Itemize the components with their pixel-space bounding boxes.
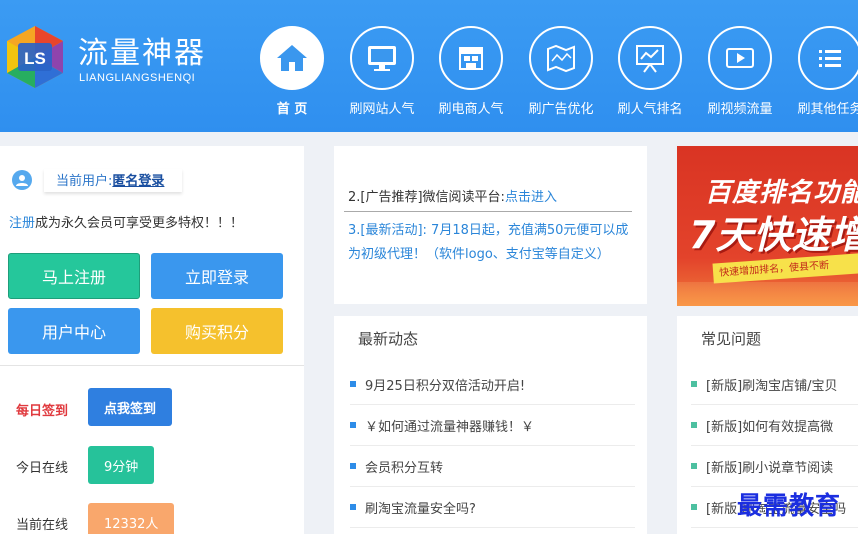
nav-label: 刷人气排名 [617,102,683,117]
faq-item-text: [新版]刷小说章节阅读 [706,460,834,476]
notice-ad-line: 2.[广告推荐]微信阅读平台:点击进入 [348,186,557,205]
register-note: 注册成为永久会员可享受更多特权！！！ [9,212,243,231]
home-icon [260,26,324,90]
nav-ad-optimization[interactable]: 刷广告优化 [521,26,601,117]
logo-subtitle: LIANGLIANGSHENQI [79,72,196,84]
register-note-text: 成为永久会员可享受更多特权！！！ [35,216,244,231]
list-item[interactable]: 9月25日积分双倍活动开启! [350,364,635,405]
map-icon [529,26,593,90]
divider [0,365,304,366]
notice-ad-link[interactable]: 点击进入 [505,190,557,205]
notice-activity-line[interactable]: 3.[最新活动]: 7月18日起，充值满50元便可以成为初级代理！（软件logo… [348,219,640,267]
nav-label: 刷广告优化 [528,102,594,117]
bullet-icon [691,463,697,469]
nav-label: 刷其他任务 [797,102,858,117]
presentation-chart-icon [618,26,682,90]
checkin-button[interactable]: 点我签到 [88,388,173,426]
nav-website-traffic[interactable]: 刷网站人气 [342,26,422,117]
bullet-icon [691,381,697,387]
video-player-icon [708,26,772,90]
notice-ad-text: 2.[广告推荐]微信阅读平台: [348,190,505,205]
daily-checkin-label: 每日签到 [16,404,69,419]
nav-label: 刷视频流量 [707,102,773,117]
list-item[interactable]: ￥如何通过流量神器赚钱！￥ [350,405,635,446]
current-online-label: 当前在线 [16,518,69,533]
nav-label: 首 页 [276,102,308,117]
svg-text:LS: LS [24,49,46,68]
user-panel: 当前用户:匿名登录 注册成为永久会员可享受更多特权！！！ 马上注册 立即登录 用… [0,146,304,534]
user-avatar-icon [12,170,32,190]
current-user-label: 当前用户: [56,173,113,189]
list-item[interactable]: [新版]如何有效提高微 [691,405,858,446]
promo-banner[interactable]: 百度排名功能 7天快速增 快速增加排名，使县不断 [677,146,858,306]
faq-title: 常见问题 [701,330,762,348]
bullet-icon [691,504,697,510]
nav-other-tasks[interactable]: 刷其他任务 [790,26,858,117]
news-item-text: 刷淘宝流量安全吗? [365,501,476,517]
current-user-tag: 当前用户:匿名登录 [44,168,183,192]
logo-icon[interactable]: LS [2,24,68,90]
nav-label: 刷网站人气 [349,102,415,117]
login-now-button[interactable]: 立即登录 [151,253,283,299]
bullet-icon [350,463,356,469]
bullet-icon [350,504,356,510]
bullet-icon [691,422,697,428]
faq-item-text: [新版]刷淘宝店铺/宝贝 [706,378,838,394]
register-link[interactable]: 注册 [9,216,35,231]
nav-video-traffic[interactable]: 刷视频流量 [700,26,780,117]
watermark: 最需教育 [737,491,842,520]
current-user-row: 当前用户:匿名登录 [12,168,183,192]
news-item-text: 会员积分互转 [365,460,444,476]
user-center-button[interactable]: 用户中心 [8,308,140,354]
list-item[interactable]: 会员积分互转 [350,446,635,487]
notice-panel: 2.[广告推荐]微信阅读平台:点击进入 3.[最新活动]: 7月18日起，充值满… [334,146,647,304]
register-now-button[interactable]: 马上注册 [8,253,140,299]
list-icon [798,26,858,90]
today-online-value: 9分钟 [88,446,155,484]
list-item[interactable]: [新版]刷小说章节阅读 [691,446,858,487]
logo-title[interactable]: 流量神器 [78,28,206,72]
divider [344,211,632,212]
nav-home[interactable]: 首 页 [252,26,332,117]
list-item[interactable]: 刷淘宝流量安全吗? [350,487,635,528]
nav-label: 刷电商人气 [438,102,504,117]
today-online-label: 今日在线 [16,461,69,476]
nav-ranking[interactable]: 刷人气排名 [610,26,690,117]
latest-news-panel: 最新动态 9月25日积分双倍活动开启! ￥如何通过流量神器赚钱！￥ 会员积分互转… [334,316,647,534]
nav-ecommerce-traffic[interactable]: 刷电商人气 [431,26,511,117]
banner-skyline [677,282,858,306]
news-item-text: ￥如何通过流量神器赚钱！￥ [365,419,535,435]
storefront-icon [439,26,503,90]
current-online-value: 12332人 [88,503,175,534]
latest-news-list: 9月25日积分双倍活动开启! ￥如何通过流量神器赚钱！￥ 会员积分互转 刷淘宝流… [350,364,635,528]
bullet-icon [350,381,356,387]
list-item[interactable]: [新版]刷淘宝店铺/宝贝 [691,364,858,405]
latest-news-title: 最新动态 [358,330,419,348]
top-header: LS 流量神器 LIANGLIANGSHENQI 首 页 刷网站人气 刷电商人气… [0,0,858,132]
bullet-icon [350,422,356,428]
news-item-text: 9月25日积分双倍活动开启! [365,378,526,394]
anonymous-login-link[interactable]: 匿名登录 [112,174,164,189]
faq-item-text: [新版]如何有效提高微 [706,419,834,435]
banner-tagline: 7天快速增 [689,213,858,257]
buy-points-button[interactable]: 购买积分 [151,308,283,354]
monitor-icon [350,26,414,90]
